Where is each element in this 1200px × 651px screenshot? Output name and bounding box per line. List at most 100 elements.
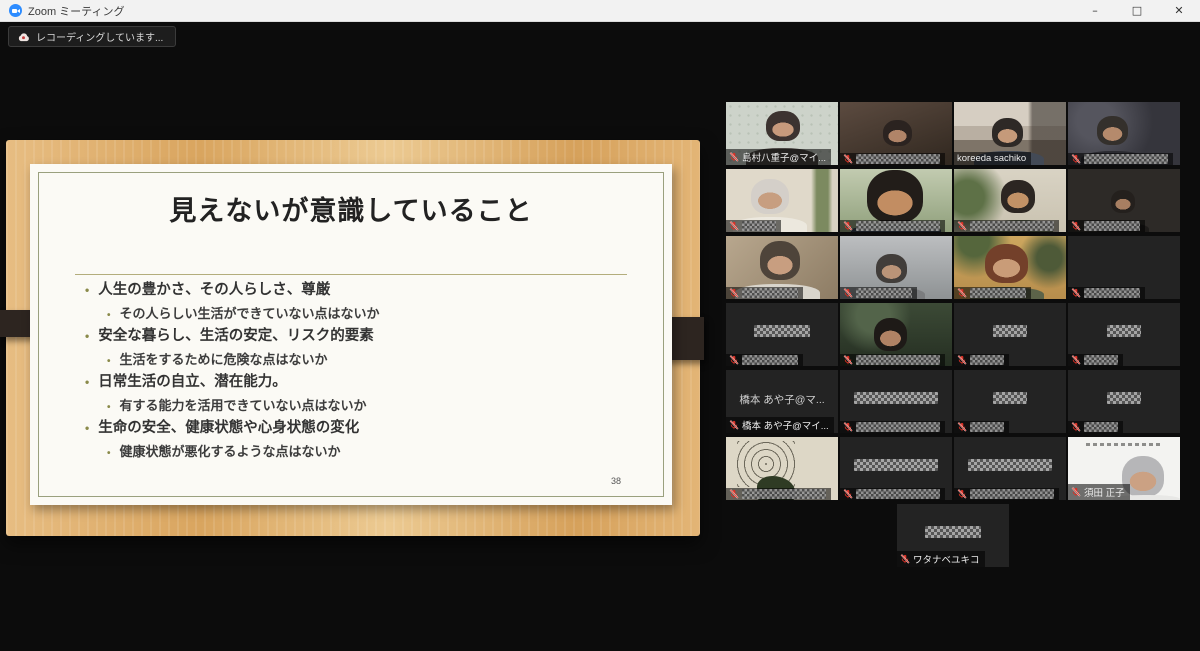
participant-name-label: koreeda sachiko [954, 152, 1031, 165]
muted-mic-icon [843, 154, 853, 164]
video-tile[interactable] [840, 303, 952, 366]
close-button[interactable]: ✕ [1158, 0, 1200, 21]
censored-name [742, 489, 826, 499]
video-tile[interactable] [726, 236, 838, 299]
video-tile[interactable] [840, 102, 952, 165]
participant-name-label [840, 488, 945, 500]
censored-name [854, 392, 938, 404]
recording-cloud-icon [17, 32, 30, 42]
bullet-item: •日常生活の自立、潜在能力。 [85, 371, 639, 394]
participant-name-label [1068, 421, 1123, 433]
video-tile[interactable] [840, 437, 952, 500]
muted-mic-icon [1071, 422, 1081, 432]
muted-mic-icon [957, 422, 967, 432]
censored-name [993, 325, 1027, 337]
maximize-button[interactable]: □ [1116, 0, 1158, 21]
muted-mic-icon [843, 288, 853, 298]
participant-name-label [954, 287, 1031, 299]
muted-mic-icon [729, 420, 739, 430]
video-tile[interactable] [954, 370, 1066, 433]
participant-name-label [1068, 354, 1123, 366]
censored-name [1107, 392, 1141, 404]
participant-name-label [840, 354, 945, 366]
sub-bullet-text: 健康状態が悪化するような点はないか [120, 444, 341, 459]
slide-page-number: 38 [611, 476, 621, 486]
bullet-item: •安全な暮らし、生活の安定、リスク的要素 [85, 325, 639, 348]
participant-name-text: 須田 正子 [1084, 485, 1125, 499]
video-tile[interactable] [1068, 303, 1180, 366]
slide-title-divider [75, 274, 627, 275]
video-tile[interactable] [726, 303, 838, 366]
video-tile[interactable]: koreeda sachiko [954, 102, 1066, 165]
video-tile[interactable] [840, 370, 952, 433]
muted-mic-icon [729, 221, 739, 231]
video-tile[interactable] [1068, 370, 1180, 433]
participant-name-label [1068, 287, 1145, 299]
participant-name-label: ワタナベユキコ [897, 551, 985, 567]
participant-name-label: 島村八重子@マイ... [726, 149, 831, 165]
bullet-text: 人生の豊かさ、その人らしさ、尊厳 [98, 282, 330, 298]
participant-name-label [954, 421, 1009, 433]
muted-mic-icon [843, 422, 853, 432]
sub-bullet-item: •その人らしい生活ができていない点はないか [85, 302, 639, 325]
bullet-item: • 人生の豊かさ、その人らしさ、尊厳 [85, 279, 639, 302]
video-tile[interactable] [840, 169, 952, 232]
participant-name-label [1068, 220, 1145, 232]
censored-name [970, 489, 1054, 499]
participant-display-name [726, 325, 838, 337]
participant-name-text: 橋本 あや子@マイ... [742, 418, 829, 432]
censored-name [854, 459, 938, 471]
muted-mic-icon [1071, 154, 1081, 164]
muted-mic-icon [1071, 221, 1081, 231]
minimize-button[interactable]: – [1074, 0, 1116, 21]
censored-name [742, 221, 776, 231]
participant-display-name [954, 459, 1066, 471]
censored-name [993, 392, 1027, 404]
muted-mic-icon [729, 288, 739, 298]
sub-bullet-item: • 生活をするために危険な点はないか [85, 348, 639, 371]
participant-name-label [726, 354, 803, 366]
muted-mic-icon [843, 355, 853, 365]
muted-mic-icon [957, 489, 967, 499]
bullet-dot-icon: • [107, 402, 111, 413]
video-tile[interactable] [954, 169, 1066, 232]
participant-name-label [840, 220, 945, 232]
video-tile[interactable]: ワタナベユキコ [897, 504, 1009, 567]
censored-name [1107, 325, 1141, 337]
video-tile[interactable] [1068, 169, 1180, 232]
participant-name-label: 須田 正子 [1068, 484, 1130, 500]
censored-name [970, 355, 1004, 365]
sub-bullet-text: 生活をするために危険な点はないか [120, 352, 328, 367]
video-tile[interactable] [1068, 102, 1180, 165]
video-tile[interactable] [954, 303, 1066, 366]
video-tile[interactable]: 島村八重子@マイ... [726, 102, 838, 165]
participant-name-label [726, 488, 831, 500]
bullet-dot-icon: • [85, 421, 89, 435]
participant-display-name [840, 459, 952, 471]
video-tile[interactable] [726, 169, 838, 232]
bullet-dot-icon: • [85, 283, 89, 297]
video-tile[interactable] [840, 236, 952, 299]
video-tile[interactable] [954, 236, 1066, 299]
muted-mic-icon [1071, 487, 1081, 497]
recording-label: レコーディングしています... [36, 29, 163, 44]
bullet-dot-icon: • [85, 329, 89, 343]
video-tile[interactable] [726, 437, 838, 500]
muted-mic-icon [729, 489, 739, 499]
censored-name [970, 221, 1054, 231]
bullet-dot-icon: • [107, 310, 111, 321]
censored-name [1084, 154, 1168, 164]
bullet-text: 日常生活の自立、潜在能力。 [98, 374, 287, 390]
video-tile[interactable] [954, 437, 1066, 500]
censored-name [1084, 288, 1140, 298]
video-tile[interactable]: 橋本 あや子@マ... 橋本 あや子@マイ... [726, 370, 838, 433]
recording-indicator[interactable]: レコーディングしています... [8, 26, 176, 47]
participant-name-label [726, 287, 803, 299]
censored-name [1084, 422, 1118, 432]
bullet-dot-icon: • [107, 356, 111, 367]
muted-mic-icon [843, 221, 853, 231]
participant-name-label [954, 354, 1009, 366]
video-tile[interactable] [1068, 236, 1180, 299]
participant-name-label [954, 488, 1059, 500]
video-tile[interactable]: 須田 正子 [1068, 437, 1180, 500]
